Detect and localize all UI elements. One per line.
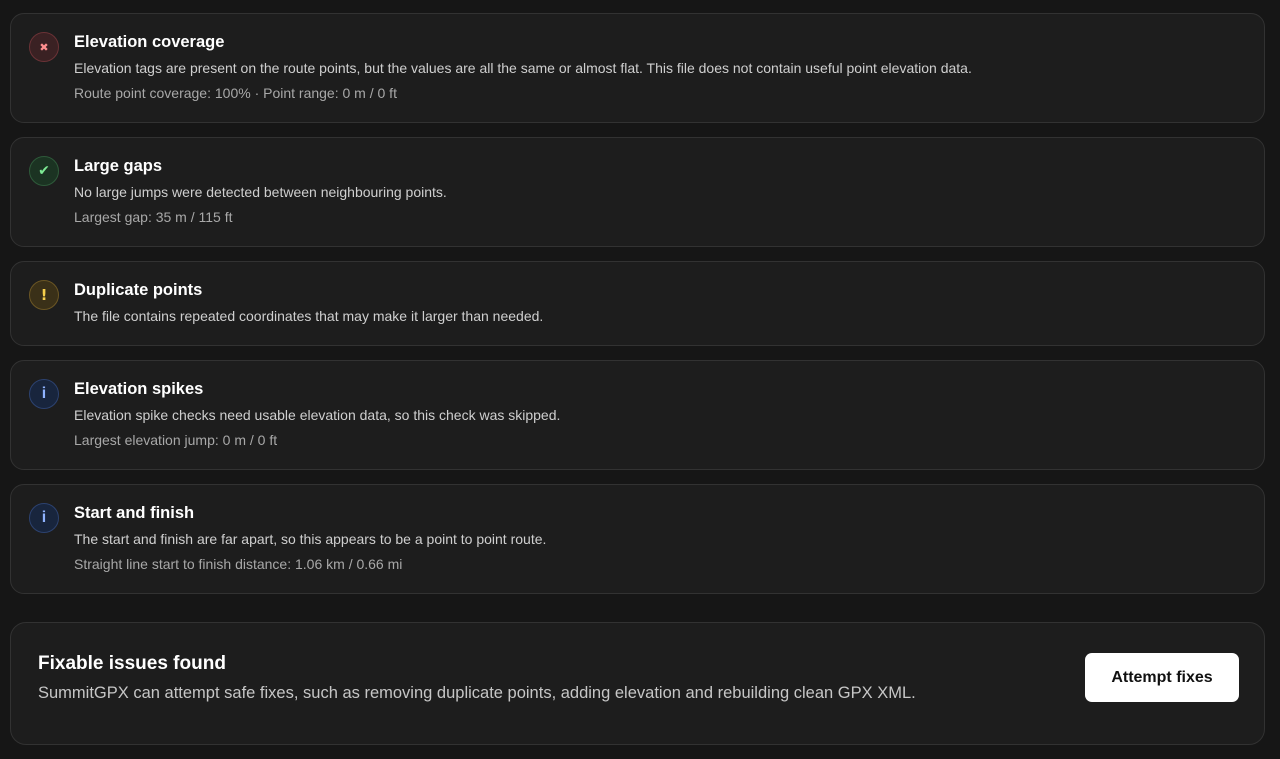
info-icon: i — [29, 503, 59, 533]
check-card-start-and-finish: i Start and finish The start and finish … — [10, 484, 1265, 594]
gpx-check-results: ✖ Elevation coverage Elevation tags are … — [0, 0, 1280, 759]
check-meta: Straight line start to finish distance: … — [74, 556, 403, 572]
check-description: The file contains repeated coordinates t… — [74, 308, 544, 324]
check-meta: Largest elevation jump: 0 m / 0 ft — [74, 432, 278, 448]
check-card-duplicate-points: ! Duplicate points The file contains rep… — [10, 261, 1265, 346]
check-title: Start and finish — [74, 504, 195, 522]
check-description: The start and finish are far apart, so t… — [74, 531, 547, 547]
check-title: Duplicate points — [74, 281, 203, 299]
check-title: Large gaps — [74, 157, 163, 175]
fixable-issues-title: Fixable issues found — [38, 653, 226, 674]
check-description: Elevation spike checks need usable eleva… — [74, 407, 561, 423]
check-meta: Largest gap: 35 m / 115 ft — [74, 209, 233, 225]
info-icon: i — [29, 379, 59, 409]
x-icon: ✖ — [29, 32, 59, 62]
check-card-large-gaps: ✔ Large gaps No large jumps were detecte… — [10, 137, 1265, 247]
check-card-elevation-coverage: ✖ Elevation coverage Elevation tags are … — [10, 13, 1265, 123]
check-title: Elevation coverage — [74, 33, 225, 51]
attempt-fixes-button[interactable]: Attempt fixes — [1085, 653, 1239, 702]
check-description: No large jumps were detected between nei… — [74, 184, 447, 200]
check-title: Elevation spikes — [74, 380, 204, 398]
checkmark-icon: ✔ — [29, 156, 59, 186]
fixable-issues-panel: Fixable issues found SummitGPX can attem… — [10, 622, 1265, 745]
check-meta: Route point coverage: 100% · Point range… — [74, 85, 397, 101]
fixable-issues-description: SummitGPX can attempt safe fixes, such a… — [38, 684, 916, 702]
check-description: Elevation tags are present on the route … — [74, 60, 972, 76]
check-card-elevation-spikes: i Elevation spikes Elevation spike check… — [10, 360, 1265, 470]
exclamation-icon: ! — [29, 280, 59, 310]
